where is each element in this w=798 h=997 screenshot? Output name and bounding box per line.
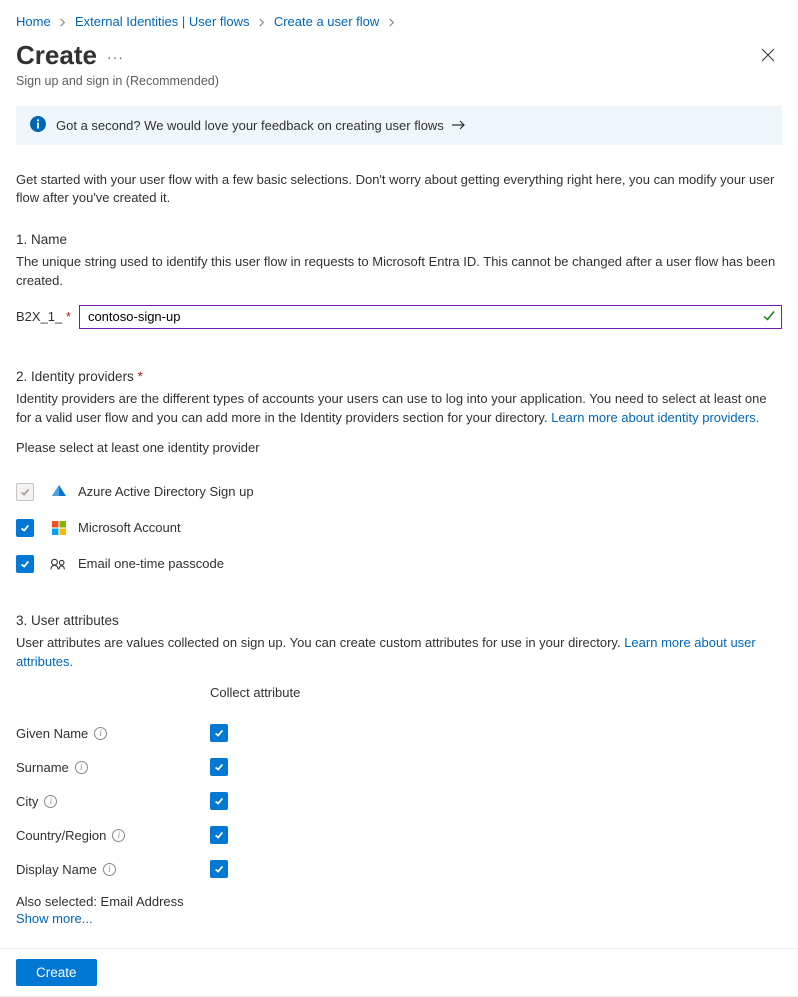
breadcrumb: Home External Identities | User flows Cr… bbox=[16, 0, 782, 39]
attr-label-given-name: Given Name bbox=[16, 726, 88, 741]
page-subtitle: Sign up and sign in (Recommended) bbox=[16, 74, 782, 88]
info-icon[interactable]: i bbox=[112, 829, 125, 842]
breadcrumb-home[interactable]: Home bbox=[16, 14, 51, 29]
attr-label-country-region: Country/Region bbox=[16, 828, 106, 843]
valid-check-icon bbox=[762, 308, 776, 325]
collect-attribute-header: Collect attribute bbox=[210, 685, 782, 700]
feedback-banner-text: Got a second? We would love your feedbac… bbox=[56, 118, 444, 133]
info-icon bbox=[30, 116, 46, 135]
close-button[interactable] bbox=[754, 41, 782, 69]
breadcrumb-create-user-flow[interactable]: Create a user flow bbox=[274, 14, 380, 29]
info-icon[interactable]: i bbox=[103, 863, 116, 876]
microsoft-icon bbox=[50, 521, 68, 535]
checkbox-country-region[interactable] bbox=[210, 826, 228, 844]
feedback-banner[interactable]: Got a second? We would love your feedbac… bbox=[16, 106, 782, 145]
user-flow-name-input[interactable] bbox=[79, 305, 782, 329]
section-attrs-heading: 3. User attributes bbox=[16, 613, 782, 628]
section-idp-desc: Identity providers are the different typ… bbox=[16, 390, 782, 428]
learn-identity-providers-link[interactable]: Learn more about identity providers. bbox=[551, 410, 759, 425]
info-icon[interactable]: i bbox=[94, 727, 107, 740]
info-icon[interactable]: i bbox=[44, 795, 57, 808]
chevron-right-icon bbox=[58, 14, 71, 29]
more-icon[interactable]: ··· bbox=[107, 39, 124, 65]
idp-label-ms: Microsoft Account bbox=[78, 520, 181, 535]
idp-instruction: Please select at least one identity prov… bbox=[16, 440, 782, 455]
arrow-right-icon bbox=[452, 118, 466, 133]
checkbox-email-otp[interactable] bbox=[16, 555, 34, 573]
section-idp-heading: 2. Identity providers * bbox=[16, 369, 782, 384]
aad-icon bbox=[50, 484, 68, 500]
checkbox-microsoft-account[interactable] bbox=[16, 519, 34, 537]
idp-label-otp: Email one-time passcode bbox=[78, 556, 224, 571]
breadcrumb-external-identities[interactable]: External Identities | User flows bbox=[75, 14, 250, 29]
idp-label-aad: Azure Active Directory Sign up bbox=[78, 484, 254, 499]
email-otp-icon bbox=[50, 557, 68, 571]
checkbox-city[interactable] bbox=[210, 792, 228, 810]
section-name-desc: The unique string used to identify this … bbox=[16, 253, 782, 291]
show-more-link[interactable]: Show more... bbox=[16, 911, 93, 926]
create-button[interactable]: Create bbox=[16, 959, 97, 986]
attr-label-display-name: Display Name bbox=[16, 862, 97, 877]
checkbox-given-name[interactable] bbox=[210, 724, 228, 742]
chevron-right-icon bbox=[257, 14, 270, 29]
attr-label-city: City bbox=[16, 794, 38, 809]
section-name-heading: 1. Name bbox=[16, 232, 782, 247]
checkbox-display-name[interactable] bbox=[210, 860, 228, 878]
page-title: Create bbox=[16, 41, 97, 70]
info-icon[interactable]: i bbox=[75, 761, 88, 774]
chevron-right-icon bbox=[387, 14, 396, 29]
intro-text: Get started with your user flow with a f… bbox=[16, 171, 782, 209]
checkbox-aad-signup bbox=[16, 483, 34, 501]
close-icon bbox=[761, 48, 775, 62]
attr-label-surname: Surname bbox=[16, 760, 69, 775]
name-prefix-label: B2X_1_ * bbox=[16, 309, 71, 324]
checkbox-surname[interactable] bbox=[210, 758, 228, 776]
section-attrs-desc: User attributes are values collected on … bbox=[16, 634, 782, 672]
also-selected-text: Also selected: Email Address bbox=[16, 894, 782, 909]
